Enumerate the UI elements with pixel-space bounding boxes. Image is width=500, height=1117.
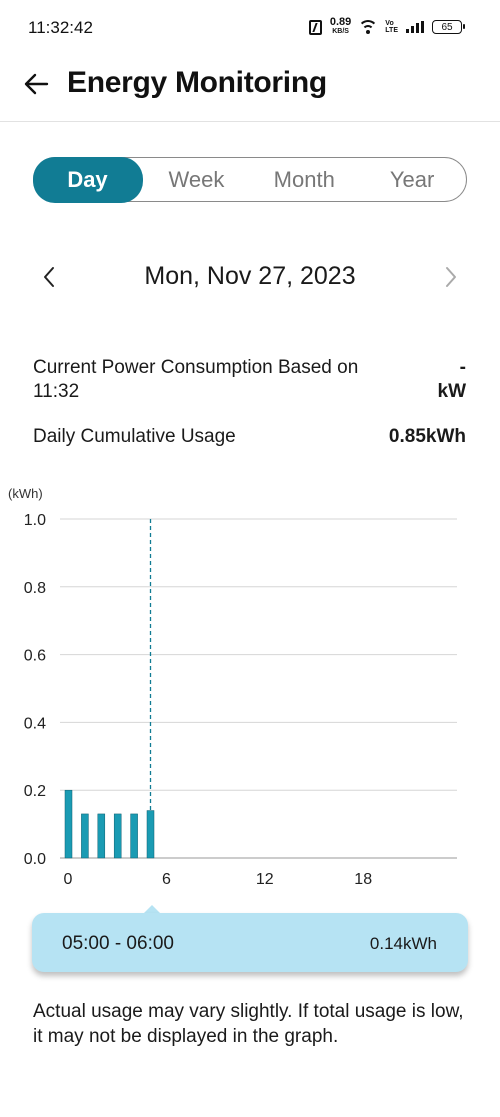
wifi-icon xyxy=(359,20,378,34)
daily-usage-value: 0.85kWh xyxy=(388,426,466,447)
date-navigation: Mon, Nov 27, 2023 xyxy=(0,252,500,302)
network-speed-unit: KB/S xyxy=(332,28,349,35)
network-speed-value: 0.89 xyxy=(329,16,352,28)
chevron-right-icon xyxy=(446,267,456,287)
usage-bar xyxy=(130,813,138,859)
current-power-number: - xyxy=(459,357,466,378)
y-tick-label: 0.8 xyxy=(24,580,46,597)
current-date: Mon, Nov 27, 2023 xyxy=(144,262,356,290)
status-time: 11:32:42 xyxy=(28,18,93,37)
usage-bar xyxy=(64,789,73,859)
tab-month[interactable]: Month xyxy=(250,158,358,201)
usage-bar xyxy=(146,810,155,859)
tab-day[interactable]: Day xyxy=(32,156,143,203)
app-bar: Energy Monitoring xyxy=(0,56,500,122)
daily-usage-label: Daily Cumulative Usage xyxy=(33,426,236,447)
status-bar: 11:32:42 0.89 KB/S Vo LTE 65 xyxy=(0,0,500,56)
previous-day-button[interactable] xyxy=(34,262,64,292)
back-button[interactable] xyxy=(20,68,52,100)
y-tick-label: 0.6 xyxy=(24,648,46,665)
next-day-button[interactable] xyxy=(436,262,466,292)
y-tick-label: 0.0 xyxy=(24,851,46,868)
nfc-icon xyxy=(308,19,322,35)
usage-bar xyxy=(113,813,122,859)
y-axis-unit-label: (kWh) xyxy=(8,486,43,501)
x-tick-label: 6 xyxy=(162,871,171,888)
tab-year[interactable]: Year xyxy=(358,158,466,201)
battery-icon: 65 xyxy=(432,20,465,34)
current-power-label: Current Power Consumption Based on 11:32 xyxy=(33,357,359,402)
current-power-value: - kW xyxy=(438,356,467,404)
x-tick-label: 18 xyxy=(354,871,372,888)
disclaimer-text: Actual usage may vary slightly. If total… xyxy=(33,1001,464,1047)
volte-icon: Vo LTE xyxy=(385,20,398,34)
battery-level: 65 xyxy=(441,21,453,33)
network-speed: 0.89 KB/S xyxy=(329,16,352,36)
usage-tooltip: 05:00 - 06:00 0.14kWh xyxy=(32,913,468,972)
usage-bar xyxy=(81,813,89,859)
usage-bar xyxy=(97,813,106,859)
page-title: Energy Monitoring xyxy=(67,66,327,99)
volte-top: Vo xyxy=(385,20,394,27)
y-tick-label: 0.4 xyxy=(24,715,46,732)
x-tick-label: 12 xyxy=(256,871,274,888)
y-tick-label: 1.0 xyxy=(24,512,46,529)
status-icons: 0.89 KB/S Vo LTE 65 xyxy=(308,16,465,36)
volte-bottom: LTE xyxy=(385,27,398,34)
period-selector: Day Week Month Year xyxy=(32,156,467,203)
tooltip-usage-value: 0.14kWh xyxy=(369,934,437,953)
current-power-unit: kW xyxy=(437,381,467,402)
usage-chart[interactable]: (kWh) 0.0 0.2 0.4 0.6 0.8 1.0 0 6 12 18 xyxy=(0,480,500,900)
chevron-left-icon xyxy=(44,267,54,287)
tooltip-time-range: 05:00 - 06:00 xyxy=(62,933,174,954)
x-tick-label: 0 xyxy=(64,871,73,888)
arrow-left-icon xyxy=(24,73,49,95)
signal-icon xyxy=(406,21,424,33)
y-tick-label: 0.2 xyxy=(24,783,46,800)
tab-week[interactable]: Week xyxy=(143,158,251,201)
